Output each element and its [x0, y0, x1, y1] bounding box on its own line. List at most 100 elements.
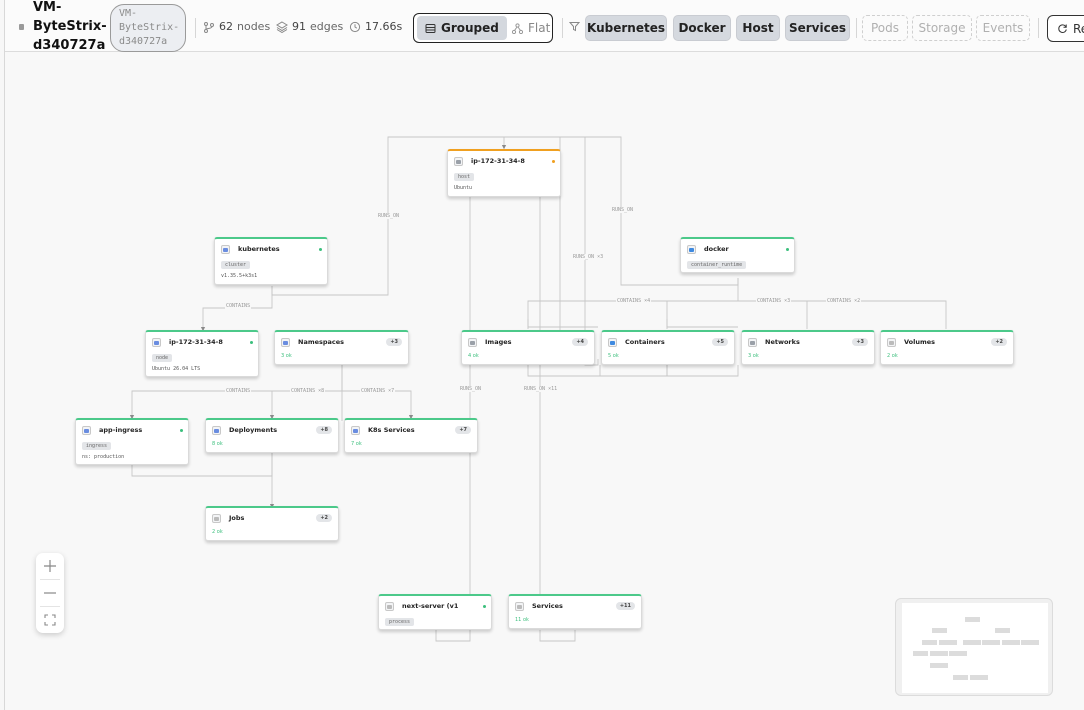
group-count-badge: +8 — [316, 426, 332, 434]
kubernetes-icon — [221, 245, 230, 254]
divider — [562, 18, 563, 38]
node-app-ingress[interactable]: app-ingress ingress ns: production — [75, 418, 189, 465]
node-type-badge: host — [454, 173, 475, 181]
minimap-node — [970, 675, 988, 680]
vm-title: VM-ByteStrix-d340727a — [33, 0, 107, 53]
minimap-node — [913, 651, 928, 656]
filter-chip-services[interactable]: Services — [785, 15, 850, 41]
group-namespaces[interactable]: Namespaces +3 3 ok — [274, 330, 409, 365]
group-count-badge: +2 — [991, 338, 1007, 346]
divider — [195, 18, 196, 38]
node-title: next-server (v1 — [402, 602, 459, 610]
edge-label: CONTAINS ×7 — [360, 388, 396, 394]
group-k8s-services[interactable]: K8s Services +7 7 ok — [344, 418, 478, 453]
group-images[interactable]: Images +4 4 ok — [461, 330, 595, 365]
group-deployments[interactable]: Deployments +8 8 ok — [205, 418, 339, 453]
node-k8s-node[interactable]: ip-172-31-34-8 node Ubuntu 26.04 LTS — [145, 330, 259, 377]
graph-canvas[interactable]: RUNS_ON RUNS_ON RUNS_ON ×3 CONTAINS CONT… — [5, 53, 1084, 710]
node-subtitle: ns: production — [82, 454, 125, 460]
edge-label: CONTAINS — [225, 388, 252, 394]
reset-label: Re — [1073, 21, 1084, 36]
vm-id-pill[interactable]: VM-ByteStrix-d340727a — [110, 4, 186, 52]
edge-label: CONTAINS ×2 — [826, 298, 862, 304]
group-ok-status: 11 ok — [515, 617, 529, 623]
minimap-node — [982, 640, 1000, 645]
minimap-node — [930, 663, 948, 668]
flat-view-button[interactable]: Flat — [504, 16, 558, 40]
edge — [342, 390, 414, 420]
minimap[interactable] — [895, 598, 1053, 696]
filter-chip-storage[interactable]: Storage — [912, 15, 972, 41]
clock-icon — [349, 21, 361, 32]
reset-button[interactable]: Re — [1047, 15, 1084, 42]
filter-chip-events[interactable]: Events — [976, 15, 1030, 41]
job-icon — [212, 514, 221, 523]
minimap-node — [963, 640, 981, 645]
node-type-badge: ingress — [82, 442, 112, 450]
grouped-label: Grouped — [441, 21, 499, 35]
node-title: app-ingress — [99, 426, 143, 434]
grouped-view-button[interactable]: Grouped — [417, 16, 507, 40]
group-services[interactable]: Services +11 11 ok — [508, 594, 642, 629]
group-count-badge: +4 — [572, 338, 588, 346]
group-containers[interactable]: Containers +5 5 ok — [601, 330, 735, 365]
edge — [600, 365, 668, 377]
group-jobs[interactable]: Jobs +2 2 ok — [205, 506, 339, 541]
group-title: Namespaces — [298, 338, 345, 346]
edges-stat: 91 edges — [276, 20, 343, 33]
node-type-badge: container_runtime — [687, 261, 747, 269]
node-docker[interactable]: docker container_runtime — [680, 237, 795, 273]
node-type-badge: process — [385, 618, 415, 626]
nodes-stat: 62 nodes — [203, 20, 270, 33]
edge-label: CONTAINS ×8 — [290, 388, 326, 394]
group-ok-status: 4 ok — [468, 353, 479, 359]
filter-chip-docker[interactable]: Docker — [673, 15, 731, 41]
grouped-icon — [425, 23, 436, 33]
group-title: Images — [485, 338, 512, 346]
group-title: Containers — [625, 338, 665, 346]
group-title: Jobs — [229, 514, 245, 522]
zoom-controls — [36, 553, 64, 633]
minimap-node — [949, 651, 967, 656]
minimap-node — [932, 628, 947, 633]
edge — [738, 300, 808, 329]
node-subtitle: Ubuntu — [454, 185, 473, 191]
volume-icon — [887, 338, 896, 347]
node-subtitle: v1.35.5+k3s1 — [221, 273, 258, 279]
edge-label: CONTAINS ×3 — [756, 298, 792, 304]
layers-icon — [276, 20, 288, 33]
group-title: Deployments — [229, 426, 278, 434]
filter-chip-host[interactable]: Host — [736, 15, 780, 41]
group-networks[interactable]: Networks +3 3 ok — [741, 330, 875, 365]
group-ok-status: 7 ok — [351, 441, 362, 447]
graph-app: VM-ByteStrix-d340727a VM-ByteStrix-d3407… — [4, 0, 1084, 710]
group-ok-status: 2 ok — [887, 353, 898, 359]
group-title: K8s Services — [368, 426, 415, 434]
group-count-badge: +7 — [455, 426, 471, 434]
node-title: docker — [704, 245, 729, 253]
node-title: kubernetes — [238, 245, 280, 253]
group-title: Networks — [765, 338, 800, 346]
node-next-server[interactable]: next-server (v1 process — [378, 594, 492, 630]
minus-icon — [44, 592, 56, 594]
edge — [527, 319, 598, 328]
zoom-in-button[interactable] — [36, 553, 64, 579]
filter-chip-pods[interactable]: Pods — [862, 15, 908, 41]
status-dot — [483, 605, 486, 608]
fit-view-button[interactable] — [36, 607, 64, 633]
node-host[interactable]: ip-172-31-34-8 host Ubuntu — [447, 149, 561, 197]
node-kubernetes[interactable]: kubernetes cluster v1.35.5+k3s1 — [214, 237, 328, 285]
node-title: ip-172-31-34-8 — [169, 338, 223, 346]
service-icon — [351, 426, 360, 435]
filter-chip-kubernetes[interactable]: Kubernetes — [585, 15, 667, 41]
docker-icon — [687, 245, 696, 254]
divider — [1038, 18, 1039, 38]
group-volumes[interactable]: Volumes +2 2 ok — [880, 330, 1014, 365]
edge — [269, 390, 342, 420]
edge — [527, 365, 601, 377]
duration-value: 17.66s — [365, 20, 403, 33]
process-icon — [385, 602, 394, 611]
zoom-out-button[interactable] — [36, 580, 64, 606]
nodes-count: 62 — [219, 20, 233, 33]
services-icon — [515, 602, 524, 611]
